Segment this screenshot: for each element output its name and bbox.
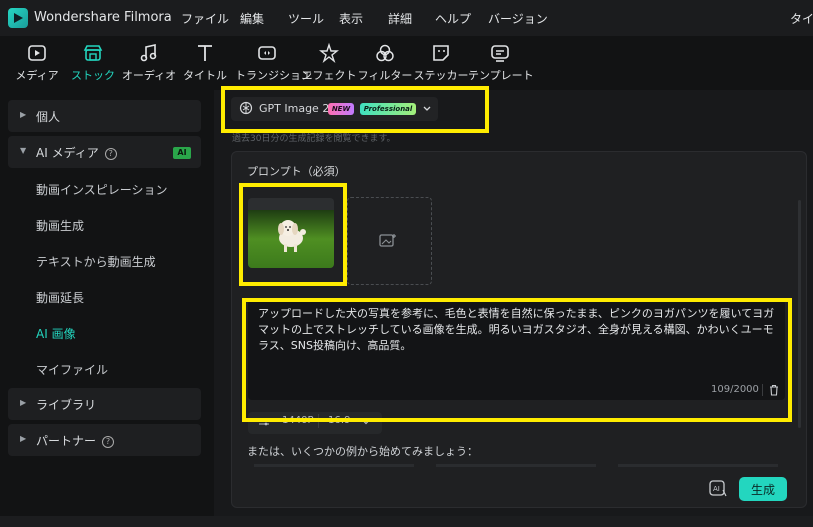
audio-icon: [140, 44, 157, 62]
generate-button[interactable]: 生成: [739, 477, 787, 501]
sidebar-item-my-files[interactable]: マイファイル: [36, 361, 108, 378]
ai-badge: AI: [173, 147, 191, 159]
sidebar-item-video-generation[interactable]: 動画生成: [36, 217, 84, 234]
sidebar-item-ai-image[interactable]: AI 画像: [36, 325, 76, 342]
project-title-truncated: タイト: [790, 12, 813, 26]
caret-right-icon: ▶: [20, 398, 27, 407]
example-card-edge: [436, 464, 596, 467]
tool-template[interactable]: テンプレート: [468, 42, 534, 83]
effect-icon: [319, 42, 339, 64]
group-partner-label: パートナー?: [36, 432, 115, 449]
group-library-label: ライブラリ: [36, 398, 97, 412]
tool-stock-label: ストック: [71, 69, 115, 82]
menu-tools[interactable]: ツール: [288, 10, 324, 27]
help-icon[interactable]: ?: [104, 147, 117, 160]
transition-icon: [258, 46, 276, 60]
add-image-button[interactable]: [347, 197, 432, 285]
sidebar-item-video-extend[interactable]: 動画延長: [36, 289, 84, 306]
tool-sticker-label: ステッカー: [413, 69, 469, 82]
tool-title-label: タイトル: [183, 69, 227, 82]
add-image-icon: [379, 234, 396, 247]
tool-audio-label: オーディオ: [121, 69, 177, 82]
tool-effect[interactable]: エフェクト: [297, 42, 361, 83]
sticker-icon: [433, 45, 449, 61]
template-icon: [491, 45, 509, 62]
stock-icon: [83, 45, 103, 61]
group-partner[interactable]: ▶ パートナー?: [8, 424, 201, 456]
tool-filter-label: フィルター: [357, 69, 413, 82]
example-card-edge: [254, 464, 414, 467]
group-ai-media-label: AI メディア?: [36, 144, 117, 161]
tool-media[interactable]: メディア: [5, 42, 69, 83]
tool-sticker[interactable]: ステッカー: [409, 42, 473, 83]
ai-assist-icon[interactable]: AI: [708, 478, 728, 498]
highlight-model-selector: [221, 86, 489, 133]
svg-text:AI: AI: [713, 485, 720, 493]
tool-stock[interactable]: ストック: [61, 42, 125, 83]
menu-file[interactable]: ファイル: [181, 10, 229, 27]
highlight-prompt-text: [242, 298, 792, 422]
group-library[interactable]: ▶ ライブラリ: [8, 388, 201, 420]
bottom-bar: [0, 516, 813, 527]
tool-filter[interactable]: フィルター: [353, 42, 417, 83]
help-icon[interactable]: ?: [102, 435, 115, 448]
menu-view[interactable]: 表示: [339, 10, 363, 27]
tool-media-label: メディア: [15, 69, 59, 82]
menu-version[interactable]: バージョン: [488, 10, 548, 27]
scrollbar[interactable]: [798, 200, 801, 428]
tool-transition[interactable]: トランジション: [235, 42, 312, 83]
caret-down-icon: ▼: [20, 146, 27, 155]
menu-edit[interactable]: 編集: [240, 10, 264, 27]
sidebar-item-video-inspiration[interactable]: 動画インスピレーション: [36, 181, 168, 198]
tool-template-label: テンプレート: [468, 69, 534, 82]
highlight-uploaded-image: [239, 183, 347, 286]
examples-label: または、いくつかの例から始めてみましょう：: [247, 445, 478, 458]
group-personal-label: 個人: [36, 110, 61, 124]
title-icon: [198, 45, 212, 61]
group-personal[interactable]: ▶ 個人: [8, 100, 201, 132]
prompt-label: プロンプト（必須）: [247, 165, 346, 178]
media-icon: [28, 45, 46, 61]
filmora-logo-icon: [8, 8, 28, 28]
tool-title[interactable]: タイトル: [173, 42, 237, 83]
caret-right-icon: ▶: [20, 434, 27, 443]
tool-transition-label: トランジション: [235, 69, 312, 82]
caret-right-icon: ▶: [20, 110, 27, 119]
example-card-edge: [618, 464, 778, 467]
tool-audio[interactable]: オーディオ: [117, 42, 181, 83]
tool-effect-label: エフェクト: [301, 69, 357, 82]
menu-help[interactable]: ヘルプ: [435, 10, 471, 27]
filter-icon: [376, 44, 394, 62]
app-title: Wondershare Filmora: [34, 10, 172, 25]
sidebar-item-text-to-video[interactable]: テキストから動画生成: [36, 253, 156, 270]
menu-advanced[interactable]: 詳細: [388, 10, 412, 27]
